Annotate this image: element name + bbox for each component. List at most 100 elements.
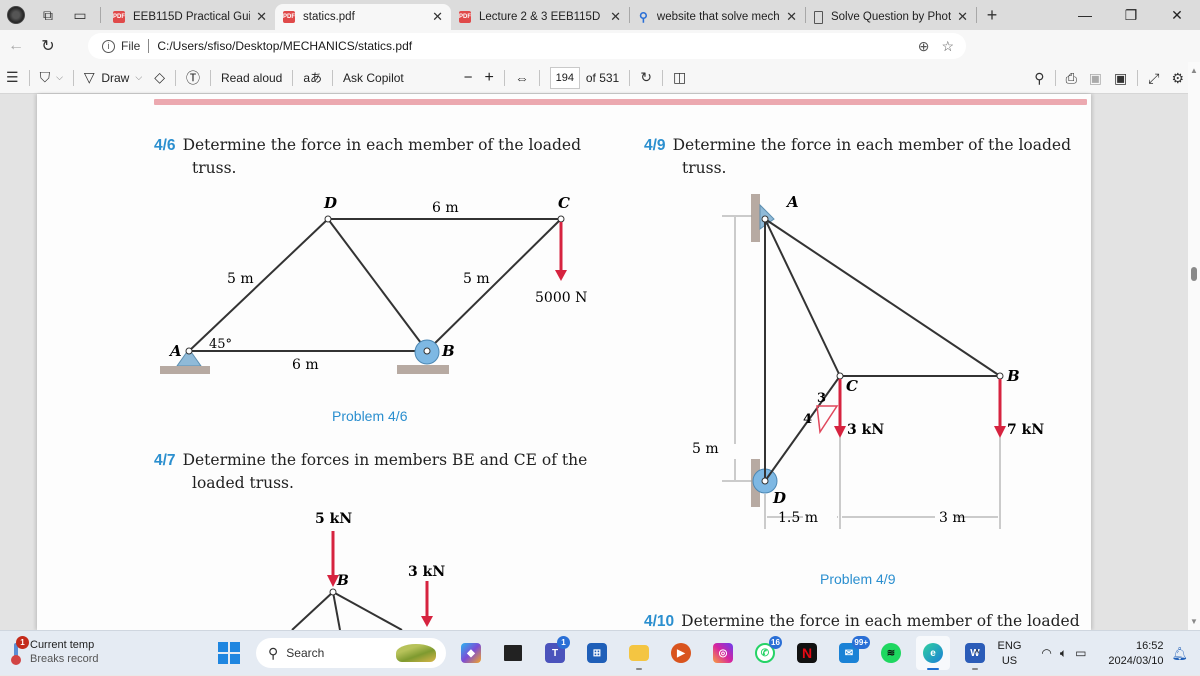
load-value-2: 3 kN <box>408 564 445 580</box>
search-icon: ⚲ <box>639 10 648 24</box>
read-aloud-button[interactable]: Read aloud <box>215 65 288 91</box>
start-button[interactable] <box>218 642 240 664</box>
member-AD <box>188 218 329 352</box>
workspaces-icon[interactable]: ⧉ <box>32 0 64 30</box>
erase-button[interactable]: ◇ <box>148 65 171 91</box>
ground-B <box>397 365 449 374</box>
scheme-label: File <box>121 39 141 53</box>
task-view-app[interactable] <box>496 636 530 670</box>
edge-app[interactable]: e <box>916 636 950 670</box>
highlight-button[interactable]: ⛉ ⌵ <box>34 65 69 91</box>
thermometer-icon: 1 <box>10 636 29 665</box>
instagram-app[interactable]: ◎ <box>706 636 740 670</box>
tab-solve-question[interactable]: Solve Question by Photo C ✕ <box>806 4 976 30</box>
weather-subtitle: Breaks record <box>30 653 99 665</box>
tab-statics-pdf[interactable]: PDF statics.pdf ✕ <box>275 4 451 30</box>
label-B: B <box>1006 367 1020 385</box>
fullscreen-button[interactable]: ⤢ <box>1142 65 1165 91</box>
show-hidden-icons-button[interactable]: ^ <box>974 648 979 660</box>
rotate-button[interactable]: ↻ <box>634 65 658 91</box>
save-button[interactable]: ▣ <box>1083 65 1108 91</box>
taskbar: 1 Current temp Breaks record ⚲ Search ◆ … <box>0 630 1200 675</box>
add-text-button[interactable]: Ⓣ <box>180 65 206 91</box>
slope-run: 3 <box>817 391 826 406</box>
problem-4-9: 4/9 Determine the force in each member of… <box>644 134 1071 179</box>
settings-button[interactable]: ⚙ <box>1165 65 1190 91</box>
language-indicator[interactable]: ENG US <box>998 639 1022 669</box>
print-button[interactable]: ⎙ <box>1060 65 1083 91</box>
scroll-down-icon[interactable]: ▼ <box>1190 617 1198 626</box>
draw-button[interactable]: ▽ Draw ⌵ <box>78 65 148 91</box>
divider <box>661 69 663 86</box>
vertical-scrollbar[interactable]: ▲ ▼ <box>1188 62 1200 630</box>
dim-DC: 6 m <box>432 200 459 216</box>
notification-bell-icon[interactable]: 🔔︎ <box>1171 646 1188 662</box>
joint-C <box>557 215 565 223</box>
url-text[interactable]: C:/Users/sfiso/Desktop/MECHANICS/statics… <box>157 39 412 53</box>
divider <box>629 69 631 86</box>
dim-AD: 5 m <box>227 271 254 287</box>
close-tab-icon[interactable]: ✕ <box>604 9 621 25</box>
tab-web-search[interactable]: ⚲ website that solve mechan ✕ <box>630 4 805 30</box>
refresh-button[interactable]: ↻ <box>32 32 64 60</box>
fit-width-button[interactable]: ⇔ <box>509 65 535 91</box>
taskbar-search[interactable]: ⚲ Search <box>256 638 446 668</box>
close-tab-icon[interactable]: ✕ <box>250 9 267 25</box>
address-bar[interactable]: i File C:/Users/sfiso/Desktop/MECHANICS/… <box>88 33 966 59</box>
page-number-input[interactable]: 194 <box>549 66 580 89</box>
chevron-down-icon: ⌵ <box>135 72 143 82</box>
close-tab-icon[interactable]: ✕ <box>780 9 797 25</box>
back-button[interactable]: ← <box>0 32 32 60</box>
save-as-button[interactable]: ▣ <box>1108 65 1133 91</box>
new-tab-button[interactable]: + <box>979 2 1005 28</box>
weather-widget[interactable]: 1 Current temp Breaks record <box>10 636 99 666</box>
whatsapp-app[interactable]: ✆ 16 <box>748 636 782 670</box>
store-app[interactable]: ⊞ <box>580 636 614 670</box>
copilot-app[interactable]: ◆ <box>454 636 488 670</box>
favorite-star-icon[interactable]: ☆ <box>941 38 954 55</box>
contents-button[interactable]: ☰ <box>0 65 25 91</box>
tab-title: Solve Question by Photo C <box>830 11 952 23</box>
info-icon[interactable]: i <box>102 39 115 53</box>
dim-AB: 6 m <box>292 357 319 373</box>
problem-number: 4/6 <box>154 137 176 154</box>
minimize-button[interactable]: — <box>1062 0 1108 30</box>
wall-A <box>751 194 760 242</box>
problem-text: truss. <box>192 159 237 177</box>
zoom-in-button[interactable]: + <box>479 65 500 91</box>
battery-icon: ▭ <box>1075 646 1087 660</box>
scroll-up-icon[interactable]: ▲ <box>1190 66 1198 75</box>
chevron-down-icon: ⌵ <box>56 72 63 82</box>
find-button[interactable]: ⚲ <box>1028 65 1050 91</box>
joint-B <box>423 347 431 355</box>
close-tab-icon[interactable]: ✕ <box>951 9 968 25</box>
clock[interactable]: 16:52 2024/03/10 <box>1108 639 1163 669</box>
problem-text: Determine the force in each member of th… <box>681 612 1080 630</box>
divider <box>1054 70 1056 86</box>
tab-eeb115d-guide[interactable]: PDF EEB115D Practical Guide-2 ✕ <box>105 4 275 30</box>
pdf-viewer: 4/6 Determine the force in each member of… <box>0 94 1188 630</box>
tab-lecture-2-3[interactable]: PDF Lecture 2 & 3 EEB115D Se ✕ <box>451 4 629 30</box>
restore-button[interactable]: ❐ <box>1108 0 1154 30</box>
file-explorer-app[interactable] <box>622 636 656 670</box>
tab-actions-icon[interactable]: ▭ <box>64 0 96 30</box>
media-player-app[interactable]: ▶ <box>664 636 698 670</box>
zoom-out-button[interactable]: − <box>458 65 479 91</box>
netflix-app[interactable]: N <box>790 636 824 670</box>
page-view-button[interactable]: ◫ <box>667 65 692 91</box>
volume-icon: 🔈︎ <box>1059 646 1068 660</box>
close-window-button[interactable]: ✕ <box>1154 0 1200 30</box>
close-tab-icon[interactable]: ✕ <box>426 9 443 25</box>
teams-app[interactable]: T1 <box>538 636 572 670</box>
divider <box>72 69 74 86</box>
spotify-app[interactable]: ≋ <box>874 636 908 670</box>
load-arrowhead-2 <box>421 616 433 627</box>
text-options-button[interactable]: aあ <box>297 65 328 91</box>
profile-avatar[interactable] <box>0 0 32 30</box>
mail-app[interactable]: ✉ 99+ <box>832 636 870 670</box>
zoom-icon[interactable]: ⊕ <box>918 38 930 55</box>
quick-settings[interactable]: ◠ 🔈︎ ▭ <box>1041 646 1086 661</box>
ask-copilot-button[interactable]: Ask Copilot <box>337 65 410 91</box>
scrollbar-thumb[interactable] <box>1191 267 1197 281</box>
system-tray: ^ ENG US ◠ 🔈︎ ▭ 16:52 2024/03/10 🔔︎ <box>974 631 1200 676</box>
